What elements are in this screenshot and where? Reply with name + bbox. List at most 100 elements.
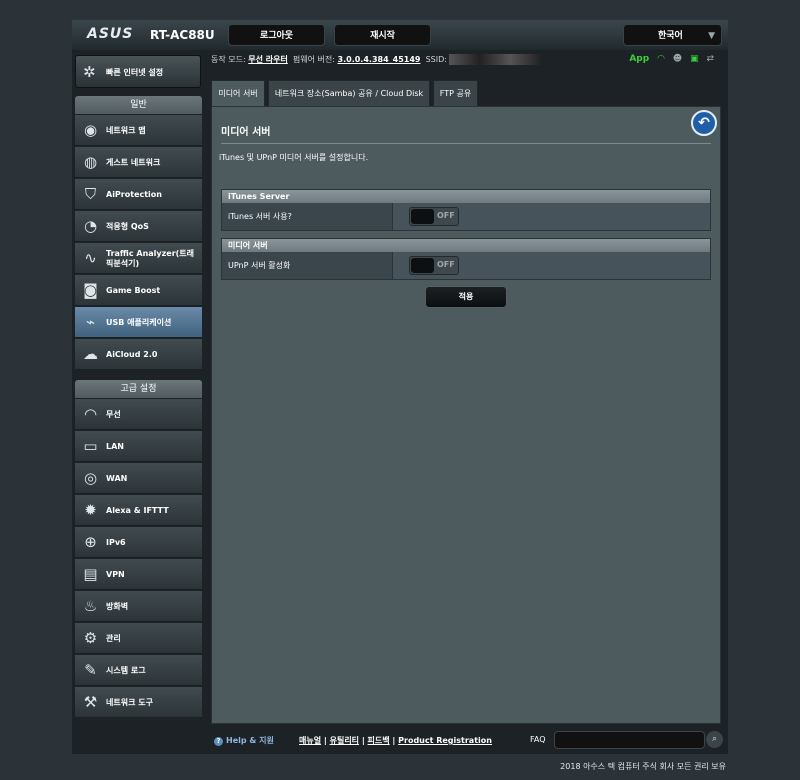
vpn-icon: ▤: [83, 565, 98, 583]
itunes-settings-table: iTunes Server iTunes 서버 사용? OFF: [221, 189, 711, 231]
sidebar-item[interactable]: ◔ 적응형 QoS: [75, 211, 202, 242]
toggle-knob: [411, 258, 434, 273]
firewall-icon: ♨: [83, 597, 98, 615]
help-support-link[interactable]: ? Help & 지원: [214, 735, 274, 746]
help-label: Help & 지원: [226, 736, 274, 745]
sidebar-item[interactable]: ☁ AiCloud 2.0: [75, 339, 202, 370]
content-panel: 미디어 서버 ↶ iTunes 및 UPnP 미디어 서버를 설정합니다. iT…: [211, 106, 721, 724]
itunes-row-value: OFF: [393, 203, 710, 230]
general-section-header: 일반: [75, 96, 202, 114]
top-banner: ASUS RT-AC88U 로그아웃 재시작 한국어 ▼: [72, 20, 728, 50]
sidebar-item[interactable]: ⊕ IPv6: [75, 527, 202, 558]
faq-label: FAQ: [530, 735, 546, 744]
copyright-text: 2018 아수스 텍 컴퓨터 주식 회사 모든 권리 보유: [560, 762, 726, 771]
feedback-link[interactable]: 피드백: [368, 736, 390, 745]
sidebar-item[interactable]: ⌁ USB 애플리케이션: [75, 307, 202, 338]
internet-status-icon[interactable]: ◠: [657, 54, 665, 64]
sidebar-item[interactable]: ◎ WAN: [75, 463, 202, 494]
toggle-knob: [411, 209, 434, 224]
sidebar-item[interactable]: ⛉ AiProtection: [75, 179, 202, 210]
router-admin-frame: ASUS RT-AC88U 로그아웃 재시작 한국어 ▼ ✲ 빠른 인터넷 설정…: [72, 20, 728, 754]
ssid-redacted: [449, 54, 542, 65]
table-row: UPnP 서버 활성화 OFF: [222, 252, 710, 279]
sidebar-item-label: 네트워크 맵: [106, 125, 146, 135]
sidebar-item-label: 적응형 QoS: [106, 221, 149, 231]
admin-icon: ⚙: [83, 629, 98, 647]
qos-icon: ◔: [83, 217, 98, 235]
sidebar-item[interactable]: ◉ 네트워크 맵: [75, 115, 202, 146]
help-icon: ?: [214, 737, 223, 746]
title-divider: [221, 143, 711, 144]
sidebar-item[interactable]: ⚙ 관리: [75, 623, 202, 654]
sidebar-item[interactable]: ✎ 시스템 로그: [75, 655, 202, 686]
sidebar-item-label: Traffic Analyzer(트래픽분석기): [106, 248, 195, 268]
sidebar-item[interactable]: ◍ 게스트 네트워크: [75, 147, 202, 178]
tab-samba-share[interactable]: 네트워크 장소(Samba) 공유 / Cloud Disk: [268, 80, 430, 106]
tab-media-server[interactable]: 미디어 서버: [211, 80, 265, 106]
sidebar-item[interactable]: ▭ LAN: [75, 431, 202, 462]
lan-icon: ▭: [83, 437, 98, 455]
game-boost-icon: ◙: [83, 281, 98, 299]
cloud-icon: ☁: [83, 345, 98, 363]
sidebar-item-label: WAN: [106, 473, 128, 483]
utility-link[interactable]: 유틸리티: [330, 736, 359, 745]
sidebar-item[interactable]: ⚒ 네트워크 도구: [75, 687, 202, 718]
sidebar-item[interactable]: ∿ Traffic Analyzer(트래픽분석기): [75, 243, 202, 274]
system-log-icon: ✎: [84, 661, 97, 679]
toggle-state: OFF: [437, 211, 455, 220]
upnp-server-toggle[interactable]: OFF: [409, 256, 459, 275]
aiprotection-icon: ⛉: [84, 185, 97, 203]
sidebar-item-label: 방화벽: [106, 601, 129, 611]
logout-button[interactable]: 로그아웃: [228, 24, 325, 46]
sidebar-item[interactable]: ▤ VPN: [75, 559, 202, 590]
itunes-server-toggle[interactable]: OFF: [409, 207, 459, 226]
firmware-value-link[interactable]: 3.0.0.4.384_45149: [338, 55, 421, 64]
sidebar-item-label: Game Boost: [106, 285, 161, 295]
usb-status-icon[interactable]: ▣: [690, 54, 699, 64]
upnp-row-value: OFF: [393, 252, 710, 279]
alexa-icon: ✹: [84, 501, 97, 519]
sidebar-item-label: AiProtection: [106, 189, 162, 199]
language-select[interactable]: 한국어 ▼: [623, 24, 722, 46]
language-value: 한국어: [658, 31, 683, 41]
sidebar-item[interactable]: ◙ Game Boost: [75, 275, 202, 306]
sidebar-item[interactable]: ◠ 무선: [75, 399, 202, 430]
upnp-row-label: UPnP 서버 활성화: [222, 252, 393, 279]
footer-links: 매뉴얼 | 유틸리티 | 피드백 | Product Registration: [299, 736, 492, 745]
usb-port-icon[interactable]: ⇄: [706, 54, 714, 64]
sidebar-item[interactable]: ✹ Alexa & IFTTT: [75, 495, 202, 526]
media-section-header: 미디어 서버: [222, 239, 710, 252]
sidebar-item-label: Alexa & IFTTT: [106, 505, 169, 515]
ssid-label: SSID:: [425, 55, 447, 64]
sidebar-item-label: AiCloud 2.0: [106, 349, 158, 359]
sidebar-item-label: IPv6: [106, 537, 126, 547]
itunes-section-header: iTunes Server: [222, 190, 710, 203]
firmware-label: 펌웨어 버전:: [292, 55, 335, 64]
ipv6-icon: ⊕: [84, 533, 97, 551]
sidebar-item[interactable]: ♨ 방화벽: [75, 591, 202, 622]
sidebar-item-label: USB 애플리케이션: [106, 317, 172, 327]
quick-setup-button[interactable]: ✲ 빠른 인터넷 설정: [75, 55, 201, 88]
reboot-button[interactable]: 재시작: [334, 24, 431, 46]
network-map-icon: ◉: [83, 121, 98, 139]
sidebar-item-label: 네트워크 도구: [106, 697, 153, 707]
clients-icon[interactable]: ☻: [673, 54, 682, 64]
sidebar-item-label: VPN: [106, 569, 125, 579]
back-icon[interactable]: ↶: [691, 110, 717, 136]
wand-icon: ✲: [83, 63, 96, 81]
app-indicator[interactable]: App: [629, 54, 649, 64]
status-icons: App ◠ ☻ ▣ ⇄: [624, 54, 714, 64]
faq-search-input[interactable]: [554, 731, 705, 749]
model-name: RT-AC88U: [150, 28, 215, 42]
toggle-state: OFF: [437, 260, 455, 269]
search-icon[interactable]: ⌕: [706, 731, 723, 748]
sidebar-item-label: 시스템 로그: [106, 665, 146, 675]
itunes-row-label: iTunes 서버 사용?: [222, 203, 393, 230]
usb-icon: ⌁: [85, 313, 96, 331]
manual-link[interactable]: 매뉴얼: [299, 736, 321, 745]
apply-button[interactable]: 적용: [425, 286, 507, 308]
tab-ftp-share[interactable]: FTP 공유: [433, 80, 478, 106]
mode-value-link[interactable]: 무선 라우터: [248, 55, 288, 64]
product-registration-link[interactable]: Product Registration: [398, 736, 492, 745]
wireless-icon: ◠: [83, 405, 98, 423]
